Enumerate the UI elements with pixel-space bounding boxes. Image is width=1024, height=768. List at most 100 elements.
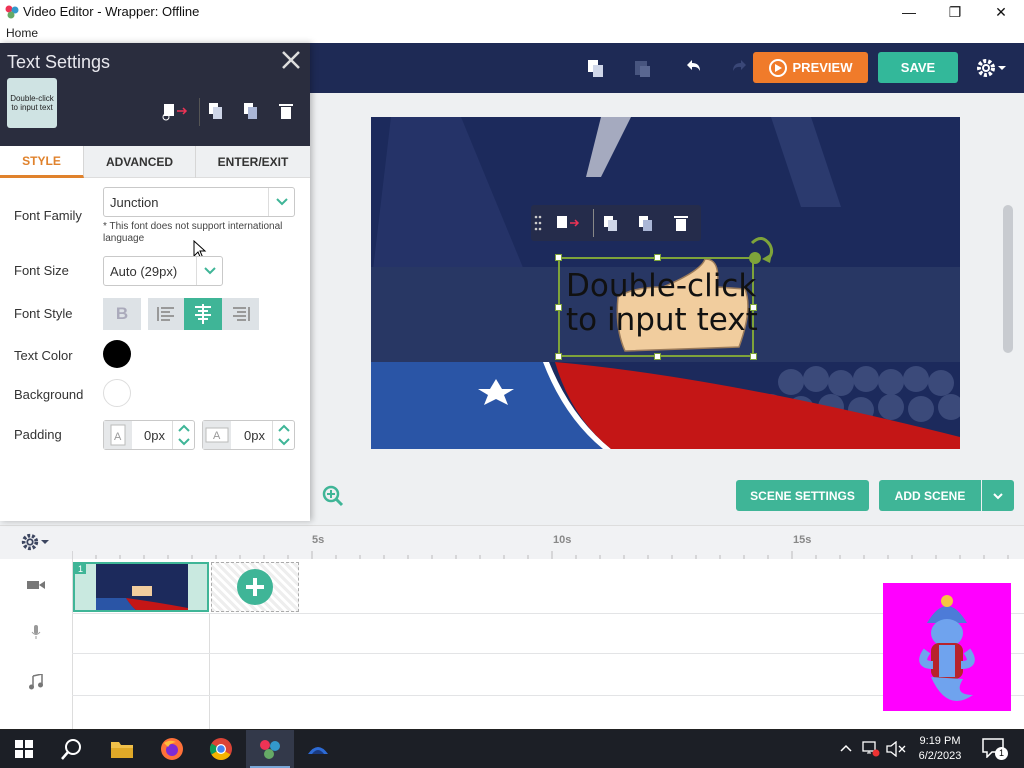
video-editor-taskbar-button[interactable] bbox=[246, 730, 294, 768]
tab-enter-exit[interactable]: ENTER/EXIT bbox=[196, 146, 310, 178]
notifications-button[interactable]: 1 bbox=[982, 738, 1008, 760]
lane-line bbox=[72, 653, 1024, 654]
add-scene-slot[interactable] bbox=[211, 562, 299, 612]
text-settings-panel: Text Settings Double-click to input text… bbox=[0, 43, 310, 521]
taskbar-clock[interactable]: 9:19 PM 6/2/2023 bbox=[914, 734, 966, 764]
scene-canvas[interactable]: Double-click to input text bbox=[371, 117, 960, 449]
maximize-button[interactable]: ❐ bbox=[932, 0, 978, 24]
network-icon[interactable] bbox=[862, 741, 880, 757]
scene-thumbnail[interactable]: 1 bbox=[73, 562, 209, 612]
add-scene-button[interactable]: ADD SCENE bbox=[879, 480, 981, 511]
app-icon bbox=[5, 5, 19, 19]
drag-handle-icon[interactable] bbox=[534, 215, 542, 231]
start-button[interactable] bbox=[0, 730, 48, 768]
resize-handle[interactable] bbox=[555, 353, 562, 360]
padding-horizontal-input[interactable]: A 0px bbox=[202, 420, 295, 450]
preview-button[interactable]: PREVIEW bbox=[753, 52, 868, 83]
resize-handle[interactable] bbox=[654, 254, 661, 261]
font-size-select[interactable]: Auto (29px) bbox=[103, 256, 223, 286]
font-family-select[interactable]: Junction bbox=[103, 187, 295, 217]
character-thumbnail[interactable] bbox=[883, 583, 1011, 711]
chrome-icon bbox=[210, 738, 232, 760]
menu-bar: Home bbox=[0, 24, 1024, 43]
preview-label: PREVIEW bbox=[792, 60, 853, 75]
microphone-icon bbox=[0, 625, 72, 639]
vertical-padding-icon: A bbox=[104, 421, 132, 449]
duplicate-icon[interactable] bbox=[241, 101, 261, 121]
padding-horizontal-value: 0px bbox=[244, 428, 265, 443]
app-taskbar-button[interactable] bbox=[294, 730, 342, 768]
stage-scrollbar[interactable] bbox=[1003, 205, 1013, 353]
align-left-icon bbox=[157, 307, 174, 321]
close-window-button[interactable]: ✕ bbox=[978, 0, 1024, 24]
background-color-swatch[interactable] bbox=[103, 379, 131, 407]
padding-label: Padding bbox=[14, 427, 62, 442]
panel-title: Text Settings bbox=[7, 52, 111, 72]
padding-vertical-value: 0px bbox=[144, 428, 165, 443]
add-scene-dropdown[interactable] bbox=[982, 480, 1014, 511]
chevron-down-icon bbox=[993, 492, 1003, 499]
search-icon bbox=[61, 739, 81, 760]
chevron-down-icon bbox=[196, 257, 222, 285]
firefox-button[interactable] bbox=[148, 730, 196, 768]
resize-handle[interactable] bbox=[555, 304, 562, 311]
redo-icon[interactable] bbox=[727, 55, 753, 81]
file-explorer-button[interactable] bbox=[98, 730, 146, 768]
minimize-button[interactable]: — bbox=[886, 0, 932, 24]
stage-text: Double-click to input text bbox=[566, 268, 758, 338]
copy-icon[interactable] bbox=[601, 213, 621, 233]
align-center-button[interactable] bbox=[184, 298, 222, 330]
font-style-label: Font Style bbox=[14, 306, 73, 321]
copy-icon[interactable] bbox=[583, 55, 609, 81]
paste-icon[interactable] bbox=[630, 55, 656, 81]
gear-icon bbox=[21, 533, 39, 551]
scene-settings-button[interactable]: SCENE SETTINGS bbox=[736, 480, 869, 511]
menu-home[interactable]: Home bbox=[6, 26, 38, 40]
zoom-in-icon[interactable] bbox=[321, 484, 345, 508]
app-icon bbox=[308, 747, 328, 754]
resize-handle[interactable] bbox=[750, 353, 757, 360]
chevron-down-icon bbox=[41, 540, 49, 544]
header-divider bbox=[199, 98, 200, 126]
selected-text-box[interactable]: Double-click to input text bbox=[555, 254, 758, 360]
text-color-swatch[interactable] bbox=[103, 340, 131, 368]
firefox-icon bbox=[161, 738, 183, 760]
move-to-scene-icon[interactable] bbox=[160, 101, 190, 121]
font-family-value: Junction bbox=[110, 194, 159, 210]
timeline-settings-button[interactable] bbox=[20, 532, 50, 552]
genie-character bbox=[919, 595, 975, 701]
align-right-button[interactable] bbox=[222, 298, 259, 330]
speaker-muted-icon[interactable] bbox=[886, 741, 906, 757]
bold-button[interactable]: B bbox=[103, 298, 141, 330]
lane-line bbox=[72, 613, 1024, 614]
save-button[interactable]: SAVE bbox=[878, 52, 958, 83]
trash-icon[interactable] bbox=[671, 213, 691, 233]
taskbar: 9:19 PM 6/2/2023 1 bbox=[0, 730, 1024, 768]
close-icon[interactable] bbox=[280, 49, 302, 71]
stepper-icon[interactable] bbox=[172, 421, 194, 449]
tick-label: 5s bbox=[312, 534, 325, 546]
search-button[interactable] bbox=[48, 730, 96, 768]
copy-icon[interactable] bbox=[206, 101, 226, 121]
video-lane-icon bbox=[0, 579, 72, 591]
duplicate-icon[interactable] bbox=[636, 213, 656, 233]
chrome-button[interactable] bbox=[197, 730, 245, 768]
resize-handle[interactable] bbox=[750, 304, 757, 311]
move-to-scene-icon[interactable] bbox=[553, 213, 581, 233]
align-left-button[interactable] bbox=[148, 298, 184, 330]
svg-text:A: A bbox=[114, 431, 122, 443]
folder-icon bbox=[111, 742, 133, 758]
tab-style[interactable]: STYLE bbox=[0, 146, 84, 178]
chevron-up-icon[interactable] bbox=[840, 743, 852, 753]
trash-icon[interactable] bbox=[276, 101, 296, 121]
undo-icon[interactable] bbox=[680, 55, 706, 81]
stepper-icon[interactable] bbox=[272, 421, 294, 449]
tab-advanced[interactable]: ADVANCED bbox=[84, 146, 196, 178]
settings-menu-button[interactable] bbox=[975, 55, 1015, 81]
padding-vertical-input[interactable]: A 0px bbox=[103, 420, 195, 450]
resize-handle[interactable] bbox=[654, 353, 661, 360]
window-title: Video Editor - Wrapper: Offline bbox=[23, 4, 200, 19]
resize-handle[interactable] bbox=[555, 254, 562, 261]
windows-logo-icon bbox=[15, 740, 33, 758]
plus-circle-icon bbox=[237, 569, 273, 605]
